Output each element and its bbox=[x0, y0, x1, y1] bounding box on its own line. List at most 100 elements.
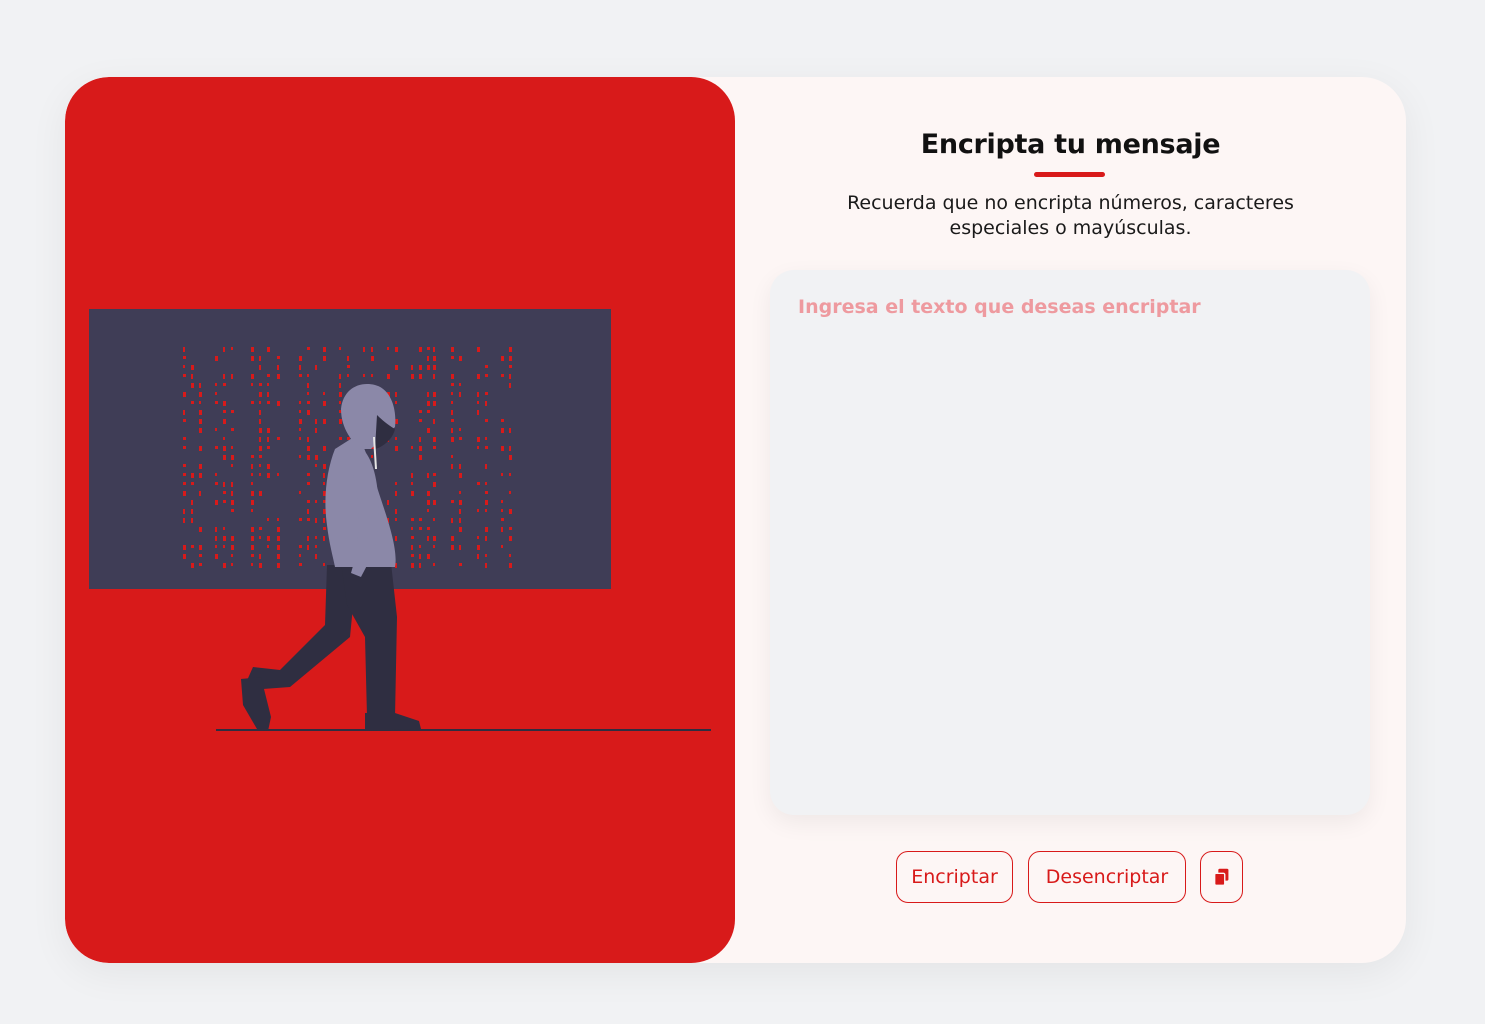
code-glyph bbox=[299, 365, 301, 370]
code-glyph bbox=[251, 347, 254, 352]
code-glyph bbox=[223, 437, 225, 440]
code-glyph bbox=[509, 356, 512, 361]
code-glyph bbox=[509, 554, 511, 557]
code-glyph bbox=[183, 356, 186, 359]
code-glyph bbox=[433, 473, 436, 476]
code-glyph bbox=[419, 527, 422, 530]
code-glyph bbox=[199, 491, 201, 496]
copy-button[interactable] bbox=[1200, 851, 1243, 903]
code-glyph bbox=[183, 374, 186, 377]
code-glyph bbox=[451, 356, 454, 359]
code-glyph bbox=[183, 446, 186, 449]
code-glyph bbox=[231, 536, 234, 541]
code-glyph bbox=[339, 437, 342, 440]
code-glyph bbox=[459, 545, 461, 550]
hacker-illustration bbox=[89, 309, 711, 731]
code-glyph bbox=[411, 446, 413, 449]
code-glyph bbox=[411, 536, 414, 539]
text-area-container bbox=[770, 270, 1370, 815]
code-glyph bbox=[267, 401, 270, 404]
code-glyph bbox=[231, 446, 233, 449]
code-glyph bbox=[477, 401, 479, 404]
code-glyph bbox=[419, 365, 422, 370]
code-glyph bbox=[231, 464, 233, 467]
code-glyph bbox=[485, 401, 487, 406]
code-glyph bbox=[215, 356, 218, 361]
code-glyph bbox=[267, 545, 269, 548]
code-glyph bbox=[299, 545, 302, 548]
encrypt-button[interactable]: Encriptar bbox=[896, 851, 1013, 903]
code-glyph bbox=[307, 473, 310, 476]
code-glyph bbox=[477, 545, 480, 550]
code-glyph bbox=[259, 437, 261, 442]
code-glyph bbox=[323, 392, 325, 395]
code-glyph bbox=[223, 536, 226, 541]
code-glyph bbox=[259, 491, 262, 496]
code-glyph bbox=[411, 365, 413, 370]
decrypt-button[interactable]: Desencriptar bbox=[1028, 851, 1186, 903]
code-glyph bbox=[231, 455, 234, 460]
code-glyph bbox=[485, 365, 488, 368]
code-glyph bbox=[433, 392, 436, 397]
code-glyph bbox=[223, 374, 225, 379]
code-glyph bbox=[509, 374, 511, 379]
code-glyph bbox=[277, 356, 280, 359]
code-glyph bbox=[231, 374, 233, 379]
code-glyph bbox=[485, 527, 488, 532]
code-glyph bbox=[339, 392, 342, 397]
code-glyph bbox=[215, 500, 218, 505]
code-glyph bbox=[259, 536, 261, 539]
code-glyph bbox=[251, 401, 254, 404]
code-glyph bbox=[199, 410, 202, 415]
main-card: Encripta tu mensaje Recuerda que no encr… bbox=[65, 77, 1406, 963]
code-glyph bbox=[231, 554, 233, 557]
code-glyph bbox=[267, 473, 270, 478]
code-glyph bbox=[259, 365, 261, 370]
code-glyph bbox=[433, 347, 435, 352]
code-glyph bbox=[395, 446, 398, 451]
code-glyph bbox=[433, 446, 436, 449]
code-glyph bbox=[509, 347, 512, 352]
code-glyph bbox=[323, 446, 326, 451]
code-glyph bbox=[259, 446, 262, 451]
code-glyph bbox=[451, 518, 453, 523]
code-glyph bbox=[323, 491, 326, 496]
code-glyph bbox=[183, 518, 185, 523]
code-glyph bbox=[451, 410, 453, 415]
code-glyph bbox=[433, 536, 436, 541]
code-glyph bbox=[231, 482, 233, 487]
code-glyph bbox=[307, 518, 310, 521]
code-glyph bbox=[299, 554, 301, 557]
code-glyph bbox=[183, 554, 186, 559]
code-glyph bbox=[199, 392, 202, 397]
code-glyph bbox=[459, 509, 461, 514]
code-glyph bbox=[251, 455, 254, 458]
code-glyph bbox=[183, 410, 185, 415]
code-glyph bbox=[183, 545, 186, 550]
code-glyph bbox=[347, 365, 350, 368]
code-glyph bbox=[427, 500, 430, 505]
code-glyph bbox=[223, 446, 226, 451]
code-glyph bbox=[339, 419, 342, 424]
code-glyph bbox=[307, 455, 310, 460]
code-glyph bbox=[509, 365, 512, 368]
code-glyph bbox=[191, 383, 194, 388]
message-input[interactable] bbox=[770, 270, 1370, 815]
code-glyph bbox=[433, 518, 435, 521]
code-glyph bbox=[323, 419, 326, 424]
code-glyph bbox=[183, 437, 186, 440]
code-glyph bbox=[215, 473, 217, 476]
code-glyph bbox=[277, 527, 280, 532]
code-glyph bbox=[267, 446, 270, 449]
code-glyph bbox=[419, 455, 422, 460]
code-glyph bbox=[267, 392, 269, 397]
code-glyph bbox=[315, 464, 317, 467]
code-glyph bbox=[199, 527, 202, 532]
code-glyph bbox=[307, 383, 309, 388]
code-glyph bbox=[267, 374, 270, 377]
code-glyph bbox=[259, 356, 261, 361]
code-glyph bbox=[509, 428, 511, 433]
code-glyph bbox=[323, 527, 326, 530]
code-glyph bbox=[419, 518, 422, 521]
code-glyph bbox=[251, 545, 254, 550]
